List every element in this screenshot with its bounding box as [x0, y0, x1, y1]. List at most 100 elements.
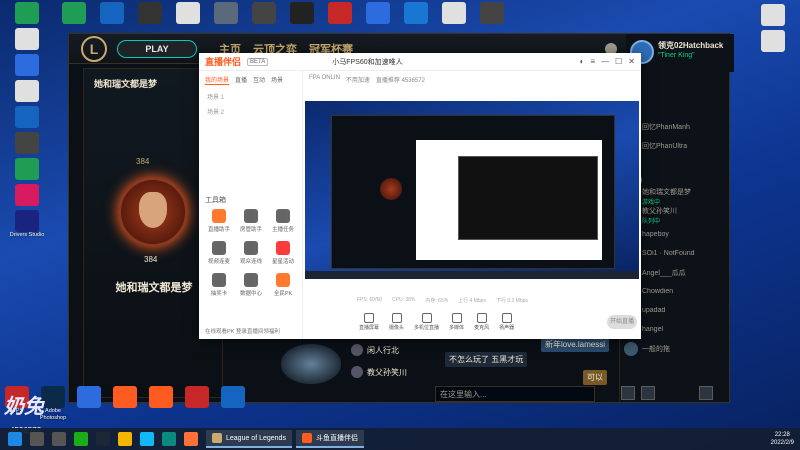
- desktop-icon[interactable]: [132, 2, 168, 24]
- preview-nested-window: [458, 156, 598, 240]
- tab-interact[interactable]: 互动: [253, 75, 265, 85]
- desktop-icon[interactable]: [436, 2, 472, 24]
- source-button[interactable]: 多媒体: [449, 313, 464, 331]
- time: 22:28: [774, 432, 790, 438]
- tool-icon: [276, 273, 290, 287]
- chat-input[interactable]: 在这里输入...: [435, 386, 595, 402]
- chat-avatar: [351, 344, 363, 356]
- window-controls: ◐ ≡ — ☐ ✕: [580, 57, 635, 66]
- desktop-icon[interactable]: [144, 386, 178, 422]
- taskbar-app[interactable]: League of Legends: [206, 430, 292, 448]
- tool-item[interactable]: 主播任务: [267, 209, 299, 233]
- desktop-icon[interactable]: [246, 2, 282, 24]
- desktop-icon[interactable]: [474, 2, 510, 24]
- tool-item[interactable]: 视频连麦: [203, 241, 235, 265]
- sidebar-footer-note[interactable]: 在线观看PK 登录直播间领福利: [205, 327, 280, 335]
- source-label: 摄像头: [389, 325, 405, 331]
- menu-icon[interactable]: ≡: [590, 57, 595, 66]
- tab-scenes[interactable]: 我的场景: [205, 75, 230, 85]
- scene-item[interactable]: 场景 1: [199, 89, 302, 104]
- desktop-icon[interactable]: [0, 132, 54, 154]
- desktop-icon[interactable]: [0, 54, 54, 76]
- tool-item[interactable]: 数据中心: [235, 273, 267, 297]
- desktop-icon[interactable]: [398, 2, 434, 24]
- task-view-icon[interactable]: [52, 432, 66, 446]
- friend-name: hangel: [642, 326, 664, 333]
- taskbar-app[interactable]: 斗鱼直播伴侣: [295, 430, 364, 448]
- start-icon[interactable]: [8, 432, 22, 446]
- chat-line[interactable]: 教父孙笑川: [351, 366, 596, 378]
- tool-item[interactable]: 星星活动: [267, 241, 299, 265]
- desktop-icon[interactable]: [0, 28, 54, 50]
- skin-icon[interactable]: ◐: [580, 57, 585, 66]
- desktop-icon[interactable]: [0, 2, 54, 24]
- stream-preview[interactable]: [305, 101, 639, 279]
- tool-label: 观众连线: [239, 259, 262, 265]
- desktop-icon[interactable]: [56, 2, 92, 24]
- desktop-icon[interactable]: [0, 106, 54, 128]
- search-icon[interactable]: [30, 432, 44, 446]
- desktop-icon[interactable]: [746, 4, 800, 26]
- chat-icon[interactable]: [621, 386, 635, 400]
- desktop-icon[interactable]: [746, 30, 800, 52]
- summoner-avatar[interactable]: [118, 177, 188, 247]
- friend-name: 她和瑞文都是梦: [642, 189, 691, 196]
- steam-icon[interactable]: [96, 432, 110, 446]
- scene-item[interactable]: 场景 2: [199, 104, 302, 119]
- source-button[interactable]: 扬声器: [499, 313, 514, 331]
- app-icon: [15, 158, 39, 180]
- tool-item[interactable]: 观众连线: [235, 241, 267, 265]
- desktop-icon[interactable]: [360, 2, 396, 24]
- source-button[interactable]: 直播屏幕: [359, 313, 379, 331]
- friend-item[interactable]: 一般的拖: [620, 339, 729, 358]
- desktop-icon[interactable]: [322, 2, 358, 24]
- overlay-logo-text: 奶兔: [4, 396, 44, 418]
- banner-title: 她和瑞文都是梦: [94, 79, 158, 89]
- source-button[interactable]: 摄像头: [389, 313, 404, 331]
- tool-icon: [244, 209, 258, 223]
- desktop-icon[interactable]: Drivers Studio: [0, 210, 54, 239]
- desktop-icon[interactable]: [0, 184, 54, 206]
- desktop-icon[interactable]: [72, 386, 106, 422]
- friend-name: Angel___瓜瓜: [642, 269, 686, 277]
- app-icon: [15, 210, 39, 232]
- desktop-icon[interactable]: [180, 386, 214, 422]
- source-button[interactable]: 多机位直播: [414, 313, 439, 331]
- desktop-icon[interactable]: [0, 80, 54, 102]
- qq-icon[interactable]: [140, 432, 154, 446]
- friend-avatar: [624, 341, 638, 356]
- desktop-icon[interactable]: [284, 2, 320, 24]
- tool-item[interactable]: 抽奖卡: [203, 273, 235, 297]
- toolbox-grid: 直播助手 房管助手 主播任务视频连麦 观众连线 星星活动抽奖卡 数据中心 全民PK: [203, 209, 299, 297]
- tool-icon: [276, 241, 290, 255]
- desktop-icon[interactable]: [216, 386, 250, 422]
- settings-icon[interactable]: [641, 386, 655, 400]
- league-logo-icon[interactable]: L: [81, 35, 107, 62]
- close-icon[interactable]: ✕: [628, 57, 635, 66]
- minimize-icon[interactable]: —: [601, 57, 609, 66]
- source-button[interactable]: 麦克风: [474, 313, 489, 331]
- wechat-icon[interactable]: [74, 432, 88, 446]
- desktop-icon[interactable]: [108, 386, 142, 422]
- maximize-icon[interactable]: ☐: [615, 57, 622, 66]
- tab-scene[interactable]: 场景: [271, 75, 283, 85]
- app-icon: [77, 386, 101, 408]
- desktop-icon[interactable]: [94, 2, 130, 24]
- firefox-icon[interactable]: [184, 432, 198, 446]
- clock[interactable]: 22:28 2022/2/9: [771, 431, 794, 447]
- tab-live[interactable]: 直播: [235, 75, 247, 85]
- app-icon: [480, 2, 504, 24]
- room-title[interactable]: 小马FPS60和加速唯人: [332, 57, 402, 67]
- my-profile[interactable]: 领克02Hatchback "Tiner King": [626, 34, 734, 72]
- browser-icon[interactable]: [118, 432, 132, 446]
- desktop-icon[interactable]: [0, 158, 54, 180]
- tool-item[interactable]: 房管助手: [235, 209, 267, 233]
- tool-item[interactable]: 直播助手: [203, 209, 235, 233]
- play-button[interactable]: PLAY: [117, 39, 197, 58]
- edge-icon[interactable]: [162, 432, 176, 446]
- desktop-icon[interactable]: [170, 2, 206, 24]
- desktop-icon[interactable]: [208, 2, 244, 24]
- help-icon[interactable]: [699, 386, 713, 400]
- start-live-button[interactable]: 开始直播: [607, 315, 637, 329]
- tool-item[interactable]: 全民PK: [267, 273, 299, 297]
